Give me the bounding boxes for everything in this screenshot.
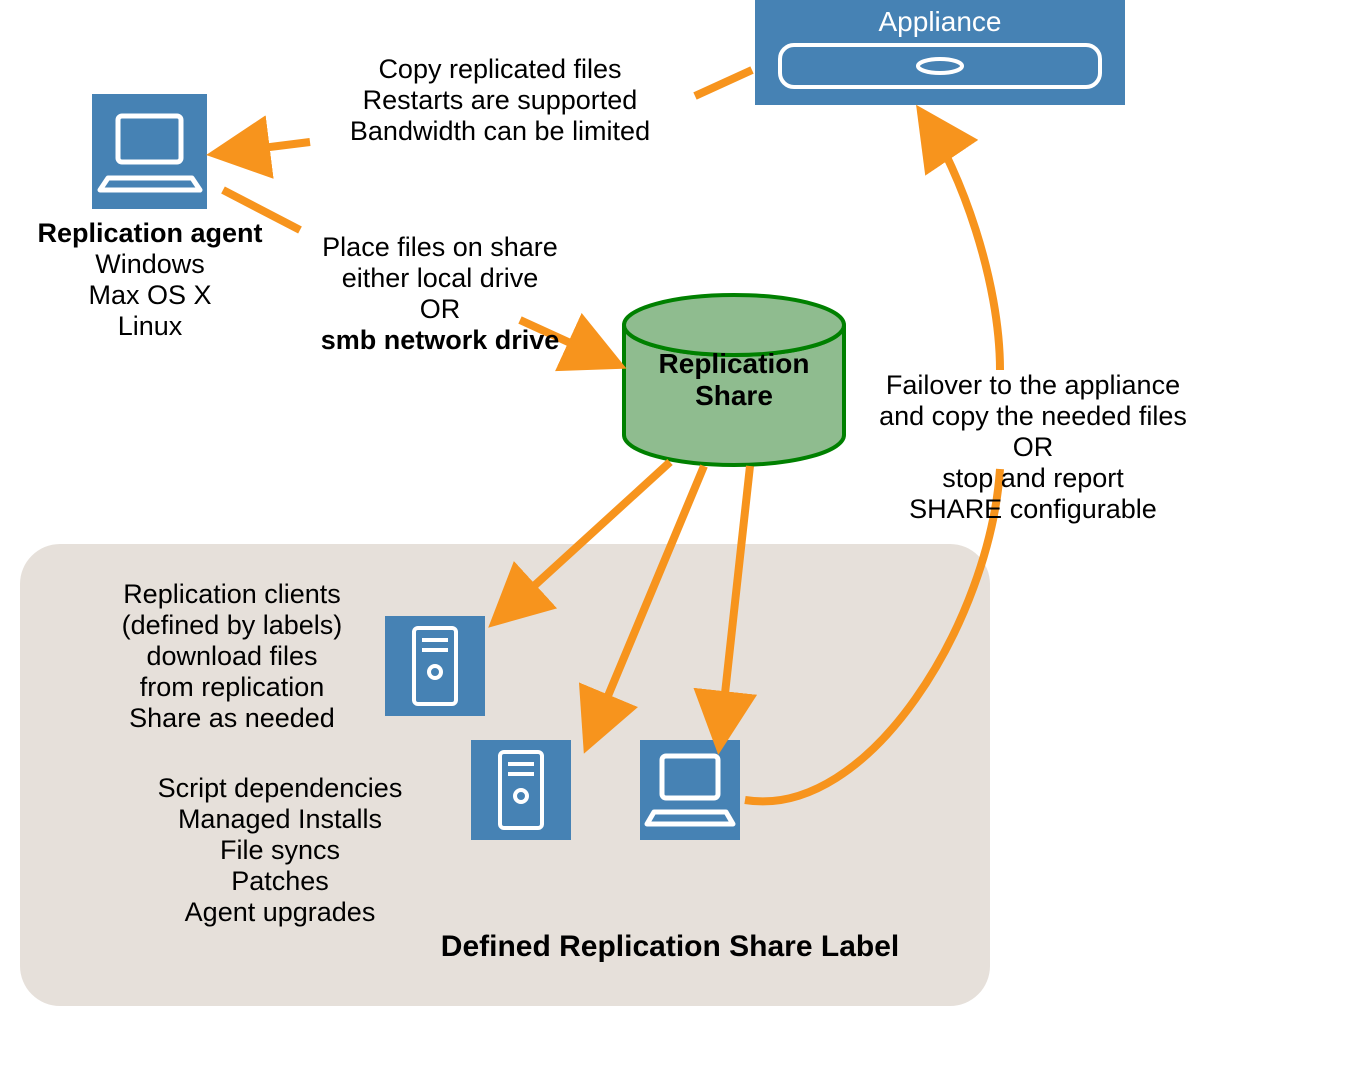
script-line2: Managed Installs: [130, 804, 430, 835]
agent-line2: Windows: [17, 249, 283, 280]
footer-title: Defined Replication Share Label: [400, 930, 940, 965]
agent-line4: Linux: [17, 311, 283, 342]
share-label-2: Share: [624, 380, 844, 412]
agent-node: [92, 94, 207, 209]
place-line3: OR: [290, 294, 590, 325]
agent-line3: Max OS X: [17, 280, 283, 311]
failover-line4: stop and report: [863, 463, 1203, 494]
script-line1: Script dependencies: [130, 773, 430, 804]
script-line3: File syncs: [130, 835, 430, 866]
failover-line5: SHARE configurable: [863, 494, 1203, 525]
copy-block-line3: Bandwidth can be limited: [290, 116, 710, 147]
agent-title: Replication agent: [17, 218, 283, 249]
clients-line1: Replication clients: [92, 579, 372, 610]
failover-line1: Failover to the appliance: [863, 370, 1203, 401]
failover-line2: and copy the needed files: [863, 401, 1203, 432]
place-line4: smb network drive: [290, 325, 590, 356]
appliance-title: Appliance: [755, 6, 1125, 38]
clients-line5: Share as needed: [92, 703, 372, 734]
clients-line3: download files: [92, 641, 372, 672]
failover-line3: OR: [863, 432, 1203, 463]
place-line1: Place files on share: [290, 232, 590, 263]
script-line4: Patches: [130, 866, 430, 897]
clients-line4: from replication: [92, 672, 372, 703]
place-line2: either local drive: [290, 263, 590, 294]
diagram-stage: { "colors": { "blue": "#4682b4", "orange…: [0, 0, 1348, 1091]
share-label-1: Replication: [624, 348, 844, 380]
copy-block-line1: Copy replicated files: [300, 54, 700, 85]
script-line5: Agent upgrades: [130, 897, 430, 928]
clients-line2: (defined by labels): [92, 610, 372, 641]
copy-block-line2: Restarts are supported: [300, 85, 700, 116]
